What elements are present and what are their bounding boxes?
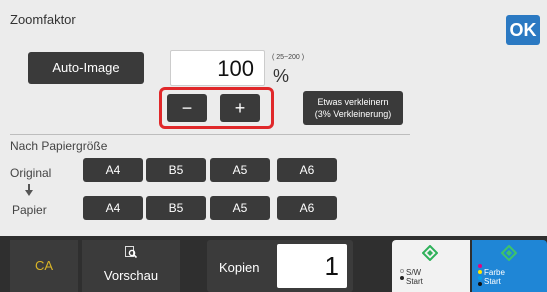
slight-reduce-button[interactable]: Etwas verkleinern (3% Verkleinerung): [303, 91, 403, 125]
copies-input[interactable]: 1: [277, 244, 347, 288]
original-size-a4[interactable]: A4: [83, 158, 143, 182]
zoom-plus-button[interactable]: +: [220, 94, 260, 122]
auto-image-button[interactable]: Auto-Image: [28, 52, 144, 84]
paper-size-a6[interactable]: A6: [277, 196, 337, 220]
paper-row-label: Papier: [12, 203, 47, 217]
preview-button[interactable]: Vorschau: [82, 240, 180, 292]
slight-reduce-sublabel: (3% Verkleinerung): [314, 109, 392, 119]
zoom-range-hint: ( 25~200 ): [272, 54, 305, 61]
paper-size-b5[interactable]: B5: [146, 196, 206, 220]
color-start-label: Farbe Start: [484, 268, 505, 286]
zoom-minus-button[interactable]: −: [167, 94, 207, 122]
zoom-unit: %: [273, 66, 290, 86]
bw-start-label: S/W Start: [406, 268, 423, 286]
original-size-b5[interactable]: B5: [146, 158, 206, 182]
diamond-start-icon: [422, 245, 438, 261]
zoom-value-field[interactable]: 100: [170, 50, 265, 86]
preview-label: Vorschau: [103, 268, 159, 283]
original-size-a5[interactable]: A5: [210, 158, 270, 182]
magnifier-page-icon: [125, 246, 137, 258]
diamond-start-icon: [501, 245, 517, 261]
magenta-dot-icon: [478, 264, 482, 268]
original-size-a6[interactable]: A6: [277, 158, 337, 182]
paper-size-a5[interactable]: A5: [210, 196, 270, 220]
black-dot-icon: [478, 282, 482, 286]
page-title: Zoomfaktor: [10, 12, 76, 27]
slight-reduce-label: Etwas verkleinern: [317, 97, 389, 107]
bw-start-button[interactable]: S/W Start: [392, 240, 470, 292]
section-divider: [10, 134, 410, 135]
clear-all-button[interactable]: CA: [10, 240, 78, 292]
color-start-button[interactable]: Farbe Start: [472, 240, 547, 292]
paper-size-a4[interactable]: A4: [83, 196, 143, 220]
bw-dot-icon: [400, 276, 404, 280]
ok-button[interactable]: OK: [506, 15, 540, 45]
color-start-line1: Farbe: [484, 268, 505, 277]
arrow-down-icon: [25, 184, 33, 196]
zoom-screen: Zoomfaktor OK Auto-Image 100 ( 25~200 ) …: [0, 0, 547, 292]
bw-start-line2: Start: [406, 277, 423, 286]
paper-section-title: Nach Papiergröße: [10, 139, 108, 153]
copies-control: Kopien 1: [207, 240, 353, 292]
cyan-dot-icon: [478, 276, 482, 280]
bw-dot-icon: [400, 269, 404, 273]
bw-start-line1: S/W: [406, 268, 422, 277]
copies-label: Kopien: [219, 260, 260, 275]
color-start-line2: Start: [484, 277, 501, 286]
yellow-dot-icon: [478, 270, 482, 274]
original-row-label: Original: [10, 166, 52, 180]
